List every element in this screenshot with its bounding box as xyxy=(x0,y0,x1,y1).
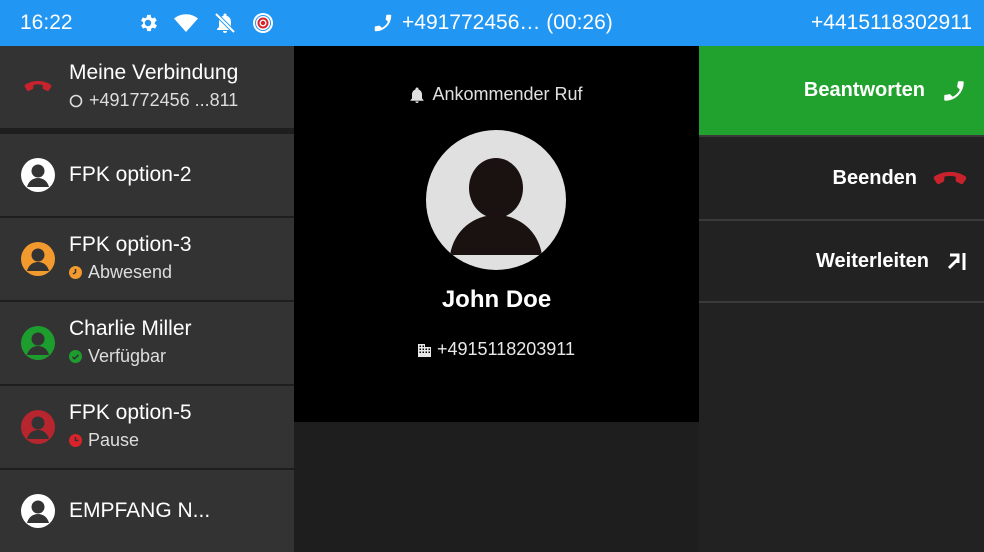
bell-off-icon xyxy=(214,12,236,34)
presence-status: Abwesend xyxy=(69,262,172,283)
hangup-icon xyxy=(933,171,967,185)
call-actions: Beantworten Beenden Weiterleiten xyxy=(699,46,984,552)
ring-icon xyxy=(69,94,83,107)
pause-status-icon xyxy=(69,434,82,447)
caller-number: +4915118203911 xyxy=(294,339,699,360)
presence-status: Verfügbar xyxy=(69,346,166,367)
list-item-empfang[interactable]: EMPFANG N... xyxy=(0,470,294,552)
line-list: Meine Verbindung +491772456 ...811 FPK o… xyxy=(0,46,294,552)
center-empty-area xyxy=(294,422,699,552)
call-state: Ankommender Ruf xyxy=(294,84,699,105)
list-item-name: FPK option-5 xyxy=(69,401,192,424)
avatar-icon xyxy=(21,410,55,444)
list-item-name: Meine Verbindung xyxy=(69,61,239,84)
list-item-name: EMPFANG N... xyxy=(69,499,211,522)
list-item-charlie-miller[interactable]: Charlie Miller Verfügbar xyxy=(0,302,294,384)
list-item-sub: +491772456 ...811 xyxy=(69,90,238,111)
list-item-my-connection[interactable]: Meine Verbindung +491772456 ...811 xyxy=(0,46,294,128)
wifi-icon xyxy=(174,14,198,32)
status-icons xyxy=(137,0,275,46)
clock: 16:22 xyxy=(20,11,73,34)
own-number: +4415118302911 xyxy=(811,11,972,34)
avatar-icon xyxy=(21,158,55,192)
gear-icon[interactable] xyxy=(137,12,159,34)
avatar-icon xyxy=(21,494,55,528)
building-icon xyxy=(418,343,431,357)
list-item-fpk-option-5[interactable]: FPK option-5 Pause xyxy=(0,386,294,468)
bell-icon xyxy=(410,87,424,103)
answer-button[interactable]: Beantworten xyxy=(699,46,984,135)
list-item-name: FPK option-3 xyxy=(69,233,192,256)
person-icon xyxy=(450,158,542,255)
presence-status: Pause xyxy=(69,430,139,451)
forward-icon xyxy=(947,253,966,270)
avatar-icon xyxy=(21,326,55,360)
hangup-icon xyxy=(24,81,52,91)
active-call-info: +491772456… (00:26) xyxy=(372,0,613,46)
phone-icon xyxy=(944,80,964,101)
caller-avatar xyxy=(426,130,566,270)
forward-button[interactable]: Weiterleiten xyxy=(699,219,984,303)
check-status-icon xyxy=(69,350,82,363)
clock-status-icon xyxy=(69,266,82,279)
record-icon xyxy=(253,13,273,33)
call-number-duration: +491772456… (00:26) xyxy=(402,11,613,34)
avatar-icon xyxy=(21,242,55,276)
list-item-fpk-option-3[interactable]: FPK option-3 Abwesend xyxy=(0,218,294,300)
list-item-fpk-option-2[interactable]: FPK option-2 xyxy=(0,134,294,216)
list-item-name: Charlie Miller xyxy=(69,317,192,340)
phone-icon xyxy=(374,14,392,32)
caller-name: John Doe xyxy=(441,286,552,313)
incoming-call-panel: Ankommender Ruf John Doe +4915118203911 xyxy=(294,46,699,422)
list-item-name: FPK option-2 xyxy=(69,163,192,186)
status-bar: 16:22 +491772456… (00:26) +4415118302911 xyxy=(0,0,984,46)
end-call-button[interactable]: Beenden xyxy=(699,135,984,219)
